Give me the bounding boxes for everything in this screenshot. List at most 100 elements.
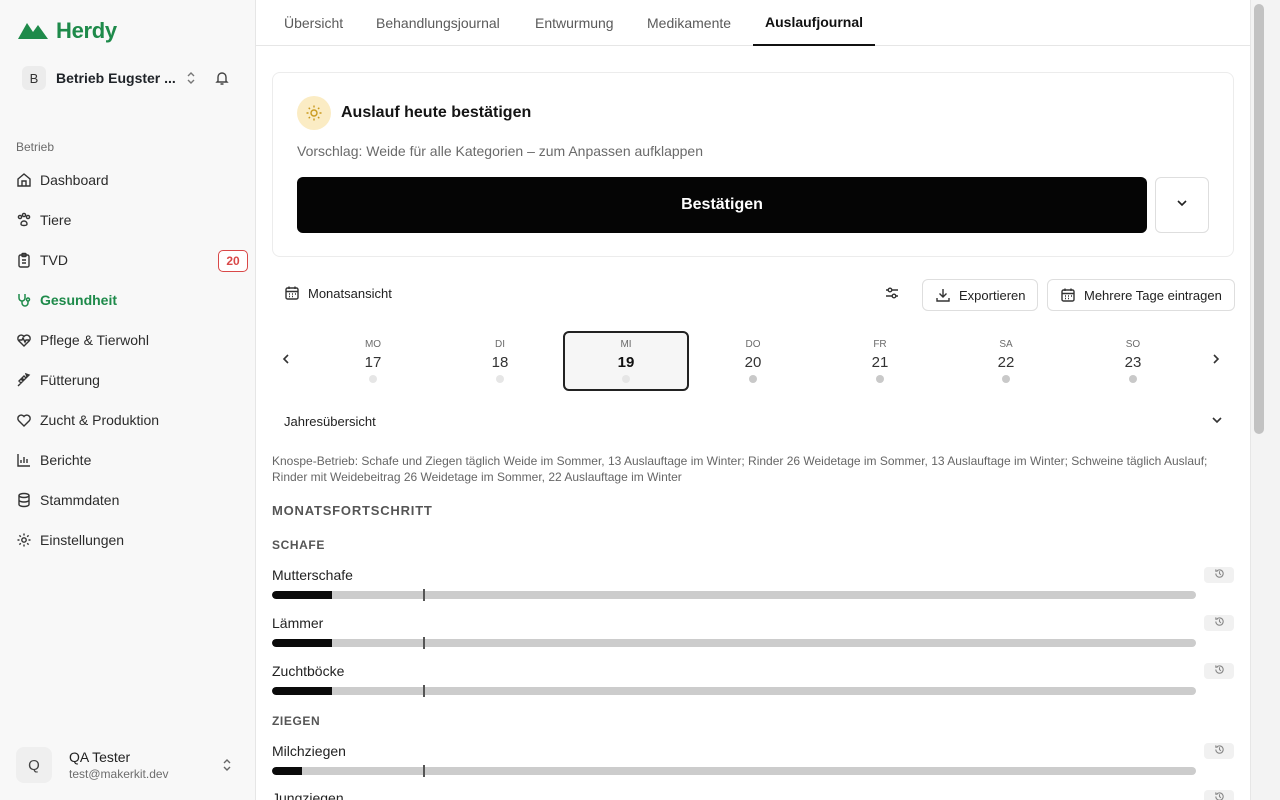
- day-mi[interactable]: MI 19: [563, 331, 689, 391]
- day-weekday: DO: [745, 339, 761, 350]
- tab-behandlungsjournal[interactable]: Behandlungsjournal: [364, 0, 512, 46]
- day-status-dot: [1002, 375, 1010, 383]
- progress-label: Lämmer: [272, 615, 324, 631]
- sidebar-item-label: TVD: [40, 252, 68, 268]
- progress-target-marker: [423, 637, 425, 649]
- day-mo[interactable]: MO 17: [310, 331, 436, 391]
- clipboard-icon: [16, 252, 32, 268]
- sidebar-item-zucht[interactable]: Zucht & Produktion: [8, 400, 248, 440]
- day-weekday: MO: [364, 339, 382, 350]
- week-picker: MO 17 DI 18 MI 19 DO 20 FR 21 SA 22 SO 2…: [272, 331, 1234, 391]
- sidebar-item-label: Berichte: [40, 452, 92, 468]
- chevron-left-icon: [280, 352, 292, 370]
- day-weekday: MI: [620, 339, 632, 350]
- sidebar-item-berichte[interactable]: Berichte: [8, 440, 248, 480]
- sidebar-item-label: Tiere: [40, 212, 72, 228]
- confirm-button[interactable]: Bestätigen: [297, 177, 1147, 233]
- tab-uebersicht[interactable]: Übersicht: [272, 0, 355, 46]
- day-status-dot: [496, 375, 504, 383]
- sidebar-item-label: Gesundheit: [40, 292, 118, 308]
- sidebar-item-tiere[interactable]: Tiere: [8, 200, 248, 240]
- day-so[interactable]: SO 23: [1070, 331, 1196, 391]
- progress-fill: [272, 639, 332, 647]
- export-button[interactable]: Exportieren: [922, 279, 1039, 311]
- brand-logo[interactable]: Herdy: [18, 18, 117, 44]
- history-icon: [1214, 742, 1225, 760]
- scrollbar-thumb[interactable]: [1254, 4, 1264, 434]
- progress-label: Milchziegen: [272, 743, 346, 759]
- progress-label: Zuchtböcke: [272, 663, 345, 679]
- month-view-toggle[interactable]: Monatsansicht: [284, 285, 392, 301]
- day-di[interactable]: DI 18: [437, 331, 563, 391]
- history-button[interactable]: [1204, 663, 1234, 679]
- expand-options-button[interactable]: [1155, 177, 1209, 233]
- database-icon: [16, 492, 32, 508]
- day-number: 23: [1124, 354, 1142, 371]
- previous-week-button[interactable]: [274, 349, 298, 373]
- history-button[interactable]: [1204, 615, 1234, 631]
- day-status-dot: [749, 375, 757, 383]
- year-overview-toggle[interactable]: Jahresübersicht: [284, 411, 1234, 431]
- calendar-icon: [284, 285, 300, 301]
- gear-icon: [16, 532, 32, 548]
- tab-medikamente[interactable]: Medikamente: [635, 0, 743, 46]
- org-switcher[interactable]: B Betrieb Eugster ...: [16, 62, 240, 94]
- brand-name: Herdy: [56, 18, 117, 43]
- export-label: Exportieren: [959, 287, 1026, 303]
- sidebar-item-einstellungen[interactable]: Einstellungen: [8, 520, 248, 560]
- multiple-days-label: Mehrere Tage eintragen: [1084, 287, 1222, 303]
- progress-track: [272, 591, 1196, 599]
- sidebar-item-fuetterung[interactable]: Fütterung: [8, 360, 248, 400]
- day-do[interactable]: DO 20: [690, 331, 816, 391]
- requirements-note: Knospe-Betrieb: Schafe und Ziegen täglic…: [272, 454, 1208, 484]
- user-email: test@makerkit.dev: [69, 767, 169, 781]
- user-menu[interactable]: Q QA Tester test@makerkit.dev: [16, 742, 240, 788]
- paw-icon: [16, 212, 32, 228]
- day-sa[interactable]: SA 22: [943, 331, 1069, 391]
- day-fr[interactable]: FR 21: [817, 331, 943, 391]
- tab-entwurmung[interactable]: Entwurmung: [523, 0, 626, 46]
- progress-fill: [272, 591, 332, 599]
- day-weekday: SA: [999, 339, 1013, 350]
- card-title: Auslauf heute bestätigen: [341, 104, 532, 121]
- chevrons-up-down-icon: [220, 758, 234, 772]
- progress-row: Jungziegen: [272, 790, 1234, 800]
- day-status-dot: [876, 375, 884, 383]
- history-icon: [1214, 789, 1225, 800]
- history-button[interactable]: [1204, 567, 1234, 583]
- nav-section-label: Betrieb: [16, 140, 55, 154]
- multiple-days-button[interactable]: Mehrere Tage eintragen: [1047, 279, 1235, 311]
- sidebar-item-label: Einstellungen: [40, 532, 125, 548]
- progress-track: [272, 687, 1196, 695]
- next-week-button[interactable]: [1204, 349, 1228, 373]
- main-content: Übersicht Behandlungsjournal Entwurmung …: [256, 0, 1250, 800]
- history-icon: [1214, 614, 1225, 632]
- stethoscope-icon: [16, 292, 32, 308]
- bell-icon[interactable]: [214, 70, 230, 86]
- progress-label: Jungziegen: [272, 790, 344, 800]
- history-icon: [1214, 662, 1225, 680]
- chevrons-up-down-icon: [184, 71, 198, 85]
- org-avatar: B: [22, 66, 46, 90]
- sidebar-item-stammdaten[interactable]: Stammdaten: [8, 480, 248, 520]
- sidebar-item-tvd[interactable]: TVD 20: [8, 240, 248, 280]
- page-scrollbar[interactable]: [1250, 0, 1280, 800]
- history-button[interactable]: [1204, 790, 1234, 800]
- day-number: 19: [617, 354, 635, 371]
- sidebar-item-dashboard[interactable]: Dashboard: [8, 160, 248, 200]
- filter-settings-button[interactable]: [880, 283, 904, 307]
- sliders-icon: [884, 285, 900, 306]
- home-icon: [16, 172, 32, 188]
- day-number: 21: [871, 354, 889, 371]
- heart-pulse-icon: [16, 332, 32, 348]
- avatar: Q: [16, 747, 52, 783]
- chevron-down-icon: [1210, 413, 1226, 429]
- sidebar-item-label: Pflege & Tierwohl: [40, 332, 149, 348]
- tab-auslaufjournal[interactable]: Auslaufjournal: [753, 0, 876, 46]
- progress-track: [272, 767, 1196, 775]
- sidebar-item-gesundheit[interactable]: Gesundheit: [8, 280, 248, 320]
- heart-icon: [16, 412, 32, 428]
- sidebar-item-pflege[interactable]: Pflege & Tierwohl: [8, 320, 248, 360]
- chevron-down-icon: [1175, 196, 1189, 215]
- history-button[interactable]: [1204, 743, 1234, 759]
